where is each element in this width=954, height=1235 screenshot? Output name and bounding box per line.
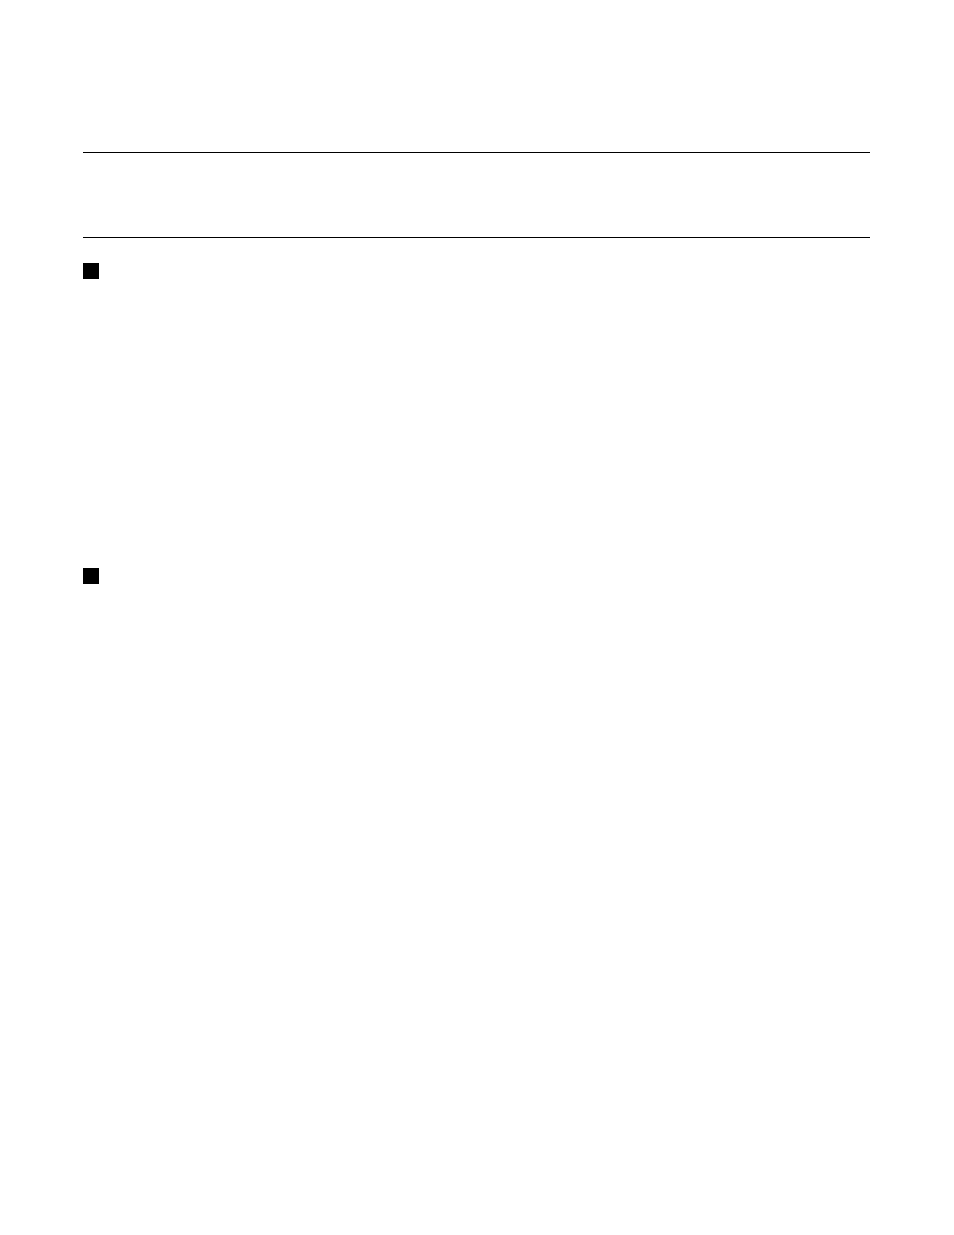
horizontal-rule-top <box>83 152 870 153</box>
bullet-square-icon <box>83 263 99 279</box>
bullet-square-icon <box>83 568 99 584</box>
horizontal-rule-bottom <box>83 237 870 238</box>
